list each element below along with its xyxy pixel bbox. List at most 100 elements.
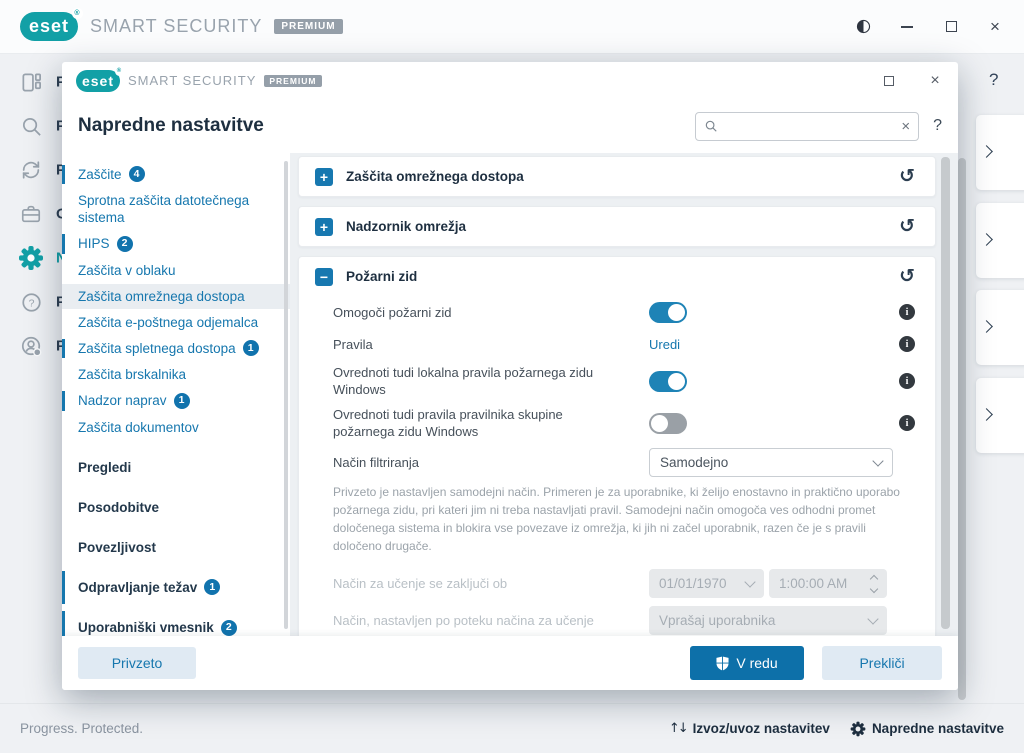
sidebar-item-odpravljanje-tezav[interactable]: Odpravljanje težav 1 [62, 568, 290, 607]
sidebar-item-hips[interactable]: HIPS 2 [62, 231, 290, 256]
collapse-icon[interactable]: − [315, 267, 333, 286]
window-controls: × [854, 18, 1004, 36]
settings-card[interactable] [976, 290, 1024, 365]
setting-label: Način za učenje se zaključi ob [333, 576, 508, 591]
count-badge: 1 [204, 579, 221, 596]
time-spinner [869, 574, 879, 593]
attention-indicator [62, 391, 65, 411]
date-value: 01/01/1970 [659, 576, 727, 591]
sidebar-item-label: Nadzor naprav [78, 393, 167, 409]
advanced-settings-label: Napredne nastavitve [871, 721, 1004, 736]
nav-update[interactable]: P [0, 155, 66, 185]
expand-icon[interactable]: + [315, 167, 333, 186]
advanced-settings-action[interactable]: Napredne nastavitve [850, 721, 1004, 737]
sidebar-item-label: Zaščite [78, 167, 122, 182]
default-button[interactable]: Privzeto [78, 647, 196, 679]
revert-icon[interactable]: ↺ [899, 267, 915, 286]
background-help-icon[interactable]: ? [989, 70, 998, 90]
local-rules-toggle[interactable] [649, 370, 687, 392]
main-scrollbar[interactable] [958, 158, 966, 700]
sidebar-item-povezljivost[interactable]: Povezljivost [62, 528, 290, 567]
nav-overview[interactable]: P [0, 67, 66, 97]
sidebar-item-zascita-omreznega-dostopa[interactable]: Zaščita omrežnega dostopa [62, 283, 290, 309]
dialog-close-button[interactable]: × [926, 72, 944, 90]
nav-help[interactable]: ? P [0, 287, 66, 317]
info-icon[interactable]: i [899, 373, 915, 389]
edit-rules-link[interactable]: Uredi [649, 337, 680, 352]
dashboard-icon [21, 72, 41, 92]
settings-content: + Zaščita omrežnega dostopa ↺ + Nadzorni… [290, 153, 958, 636]
minimize-button[interactable] [898, 18, 916, 36]
panel-header[interactable]: − Požarni zid ↺ [299, 257, 935, 296]
sidebar-item-zascita-v-oblaku[interactable]: Zaščita v oblaku [62, 258, 290, 283]
sidebar-item-zascite[interactable]: Zaščite 4 [62, 162, 290, 187]
enable-firewall-toggle[interactable] [649, 301, 687, 323]
chevron-down-icon [872, 454, 884, 467]
setting-row-enable-firewall: Omogoči požarni zid i [333, 296, 915, 328]
dialog-help-icon[interactable]: ? [933, 117, 942, 135]
settings-card[interactable] [976, 115, 1024, 190]
nav-settings[interactable]: N [0, 243, 67, 273]
setting-row-learning-end: Način za učenje se zaključi ob 01/01/197… [333, 565, 915, 602]
after-learning-select: Vprašaj uporabnika [649, 606, 887, 635]
setting-row-filtering-mode: Način filtriranja Samodejno [333, 444, 915, 481]
settings-gear-icon [19, 246, 43, 270]
eset-logo-mark: eset ® [20, 8, 83, 41]
sidebar-item-label: Zaščita v oblaku [78, 262, 176, 278]
nav-computer-scan[interactable]: P [0, 111, 66, 141]
maximize-button[interactable] [942, 18, 960, 36]
chevron-right-icon [980, 407, 993, 421]
setting-row-local-rules: Ovrednoti tudi lokalna pravila požarnega… [333, 360, 915, 402]
sidebar-item-zascita-brskalnika[interactable]: Zaščita brskalnika [62, 362, 290, 387]
ok-button[interactable]: V redu [690, 646, 804, 680]
chevron-down-icon [744, 575, 756, 588]
sidebar-item-zascita-spletnega[interactable]: Zaščita spletnega dostopa 1 [62, 336, 290, 361]
panel-header[interactable]: + Zaščita omrežnega dostopa ↺ [299, 157, 935, 196]
count-badge: 2 [116, 235, 133, 252]
cancel-button[interactable]: Prekliči [822, 646, 942, 680]
setting-row-rules: Pravila Uredi i [333, 328, 915, 360]
attention-indicator [62, 234, 65, 254]
info-icon[interactable]: i [899, 304, 915, 320]
export-import-settings[interactable]: ↑↓ Izvoz/uvoz nastavitev [669, 721, 830, 736]
nav-profile[interactable]: P [0, 331, 66, 361]
sidebar-item-label: Zaščita dokumentov [78, 419, 199, 435]
sidebar-item-pregledi[interactable]: Pregledi [62, 448, 290, 487]
close-button[interactable]: × [986, 18, 1004, 36]
sidebar-item-uporabniski-vmesnik[interactable]: Uporabniški vmesnik 2 [62, 608, 290, 636]
clear-search-icon[interactable]: × [901, 119, 910, 134]
sidebar-item-nadzor-naprav[interactable]: Nadzor naprav 1 [62, 388, 290, 413]
revert-icon[interactable]: ↺ [899, 217, 915, 236]
filtering-mode-select[interactable]: Samodejno [649, 448, 893, 477]
sidebar-item-zascita-epostnega[interactable]: Zaščita e-poštnega odjemalca [62, 310, 290, 335]
info-icon[interactable]: i [899, 415, 915, 431]
search-input[interactable] [724, 118, 896, 134]
expand-icon[interactable]: + [315, 217, 333, 236]
settings-card[interactable] [976, 203, 1024, 278]
chevron-up-icon [869, 574, 879, 583]
nav-tools[interactable]: O [0, 199, 68, 229]
revert-icon[interactable]: ↺ [899, 167, 915, 186]
info-icon[interactable]: i [899, 336, 915, 352]
eset-logo: eset ® SMART SECURITY PREMIUM [20, 8, 343, 41]
dialog-header: Napredne nastavitve × ? [62, 99, 958, 153]
setting-label: Način filtriranja [333, 455, 419, 470]
sidebar-item-posodobitve[interactable]: Posodobitve [62, 488, 290, 527]
sidebar-item-label: Zaščita brskalnika [78, 367, 187, 383]
content-scrollbar[interactable] [941, 157, 950, 629]
theme-toggle-icon[interactable] [854, 18, 872, 36]
shield-icon [716, 656, 729, 670]
panel-header[interactable]: + Nadzornik omrežja ↺ [299, 207, 935, 246]
time-value: 1:00:00 AM [779, 576, 848, 591]
panel-title: Požarni zid [346, 269, 418, 284]
sidebar-item-zascita-dokumentov[interactable]: Zaščita dokumentov [62, 415, 290, 440]
setting-row-group-policy-rules: Ovrednoti tudi pravila pravilnika skupin… [333, 402, 915, 444]
sidebar-item-label: Posodobitve [78, 499, 160, 515]
dialog-body: Zaščite 4 Sprotna zaščita datotečnega sis… [62, 153, 958, 636]
group-policy-rules-toggle[interactable] [649, 412, 687, 434]
dialog-maximize-button[interactable] [880, 72, 898, 90]
sidebar-scrollbar[interactable] [284, 161, 288, 629]
sidebar-item-sprotna-zascita[interactable]: Sprotna zaščita datotečnega sistema [62, 188, 290, 230]
panel-network-access: + Zaščita omrežnega dostopa ↺ [298, 156, 936, 197]
settings-card[interactable] [976, 378, 1024, 453]
